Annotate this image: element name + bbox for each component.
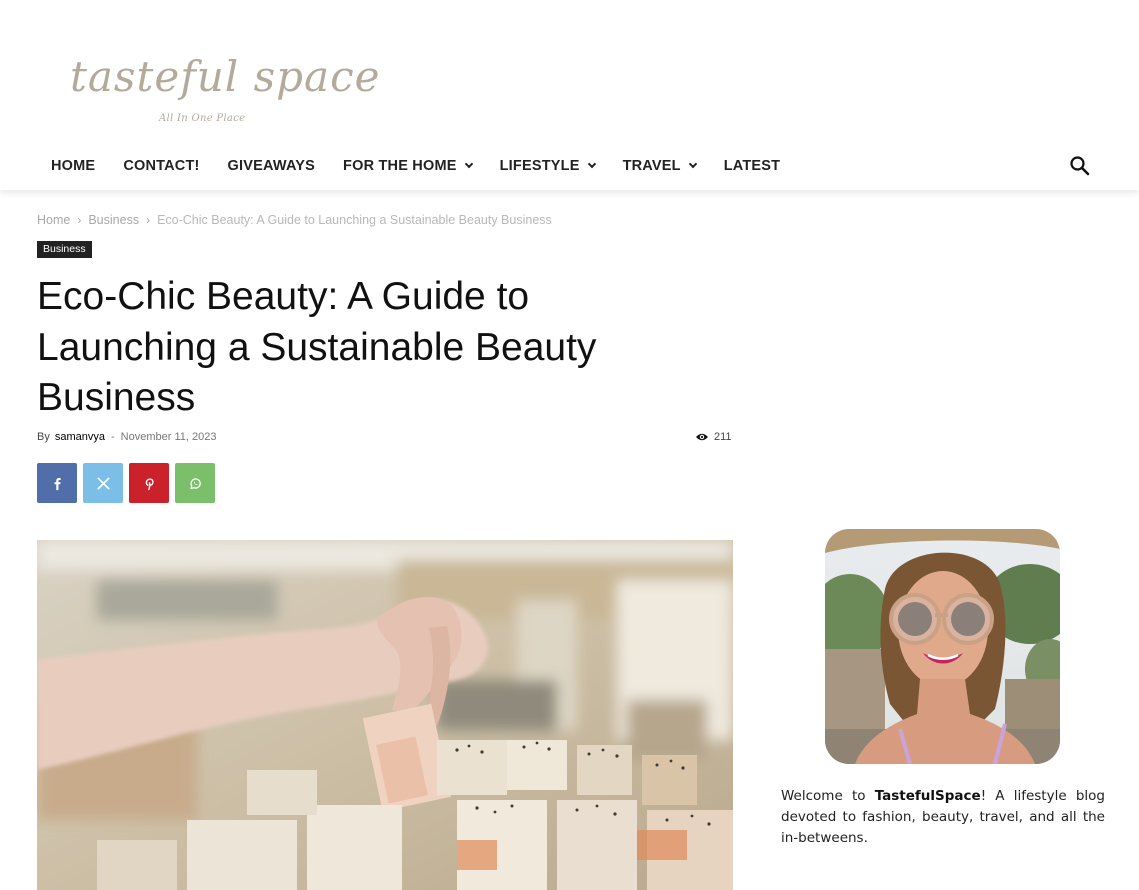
nav-item-label: CONTACT! — [123, 158, 200, 174]
whatsapp-icon — [189, 477, 201, 489]
nav-item-label: LATEST — [723, 158, 781, 174]
pinterest-icon — [145, 477, 154, 490]
author-photo — [825, 529, 1060, 764]
publish-date: November 11, 2023 — [120, 431, 217, 443]
x-icon — [97, 477, 109, 489]
nav-item-label: FOR THE HOME — [343, 158, 457, 174]
featured-image — [37, 540, 733, 890]
soap-bars-photo — [37, 540, 733, 890]
nav-item-giveaways[interactable]: GIVEAWAYS — [214, 148, 330, 184]
breadcrumb: Home › Business › Eco-Chic Beauty: A Gui… — [37, 213, 552, 227]
share-buttons — [37, 463, 221, 503]
breadcrumb-home-link[interactable]: Home — [37, 213, 70, 227]
category-badge[interactable]: Business — [37, 241, 92, 258]
welcome-prefix: Welcome to — [781, 788, 875, 804]
eye-icon — [696, 433, 708, 441]
welcome-text: Welcome to TastefulSpace! A lifestyle bl… — [781, 786, 1105, 849]
nav-item-home[interactable]: HOME — [37, 148, 109, 184]
search-button[interactable] — [1068, 154, 1092, 178]
nav-item-label: GIVEAWAYS — [227, 158, 316, 174]
facebook-share-button[interactable] — [37, 463, 77, 503]
nav-item-travel[interactable]: TRAVEL — [609, 148, 710, 184]
search-icon — [1070, 156, 1090, 176]
nav-item-label: LIFESTYLE — [499, 158, 580, 174]
article-meta: By samanvya - November 11, 2023 — [37, 431, 216, 443]
main-nav: HOME CONTACT! GIVEAWAYS FOR THE HOME LIF… — [37, 148, 794, 184]
by-label: By — [37, 431, 50, 443]
breadcrumb-separator: › — [146, 213, 151, 227]
chevron-down-icon — [688, 159, 697, 169]
chevron-down-icon — [587, 159, 596, 169]
welcome-brand: TastefulSpace — [874, 788, 981, 804]
whatsapp-share-button[interactable] — [175, 463, 215, 503]
nav-item-label: HOME — [51, 158, 96, 174]
site-header: tasteful space All In One Place HOME CON… — [0, 0, 1139, 190]
breadcrumb-separator: › — [77, 213, 82, 227]
view-count: 211 — [695, 431, 732, 443]
logo-tagline: All In One Place — [159, 113, 246, 124]
article-title: Eco-Chic Beauty: A Guide to Launching a … — [37, 275, 597, 419]
chevron-down-icon — [464, 159, 473, 169]
view-count-value: 211 — [714, 431, 732, 443]
site-logo[interactable]: tasteful space All In One Place — [68, 50, 379, 132]
x-share-button[interactable] — [83, 463, 123, 503]
breadcrumb-current: Eco-Chic Beauty: A Guide to Launching a … — [157, 213, 552, 227]
nav-item-contact[interactable]: CONTACT! — [109, 148, 213, 184]
author-avatar — [825, 529, 1060, 764]
author-link[interactable]: samanvya — [55, 431, 105, 443]
nav-item-lifestyle[interactable]: LIFESTYLE — [486, 148, 609, 184]
nav-item-latest[interactable]: LATEST — [710, 148, 795, 184]
breadcrumb-category-link[interactable]: Business — [88, 213, 139, 227]
nav-item-label: TRAVEL — [622, 158, 681, 174]
logo-text: tasteful space — [70, 52, 381, 101]
pinterest-share-button[interactable] — [129, 463, 169, 503]
nav-item-for-the-home[interactable]: FOR THE HOME — [329, 148, 486, 184]
meta-separator: - — [110, 431, 115, 443]
facebook-icon — [54, 477, 61, 490]
